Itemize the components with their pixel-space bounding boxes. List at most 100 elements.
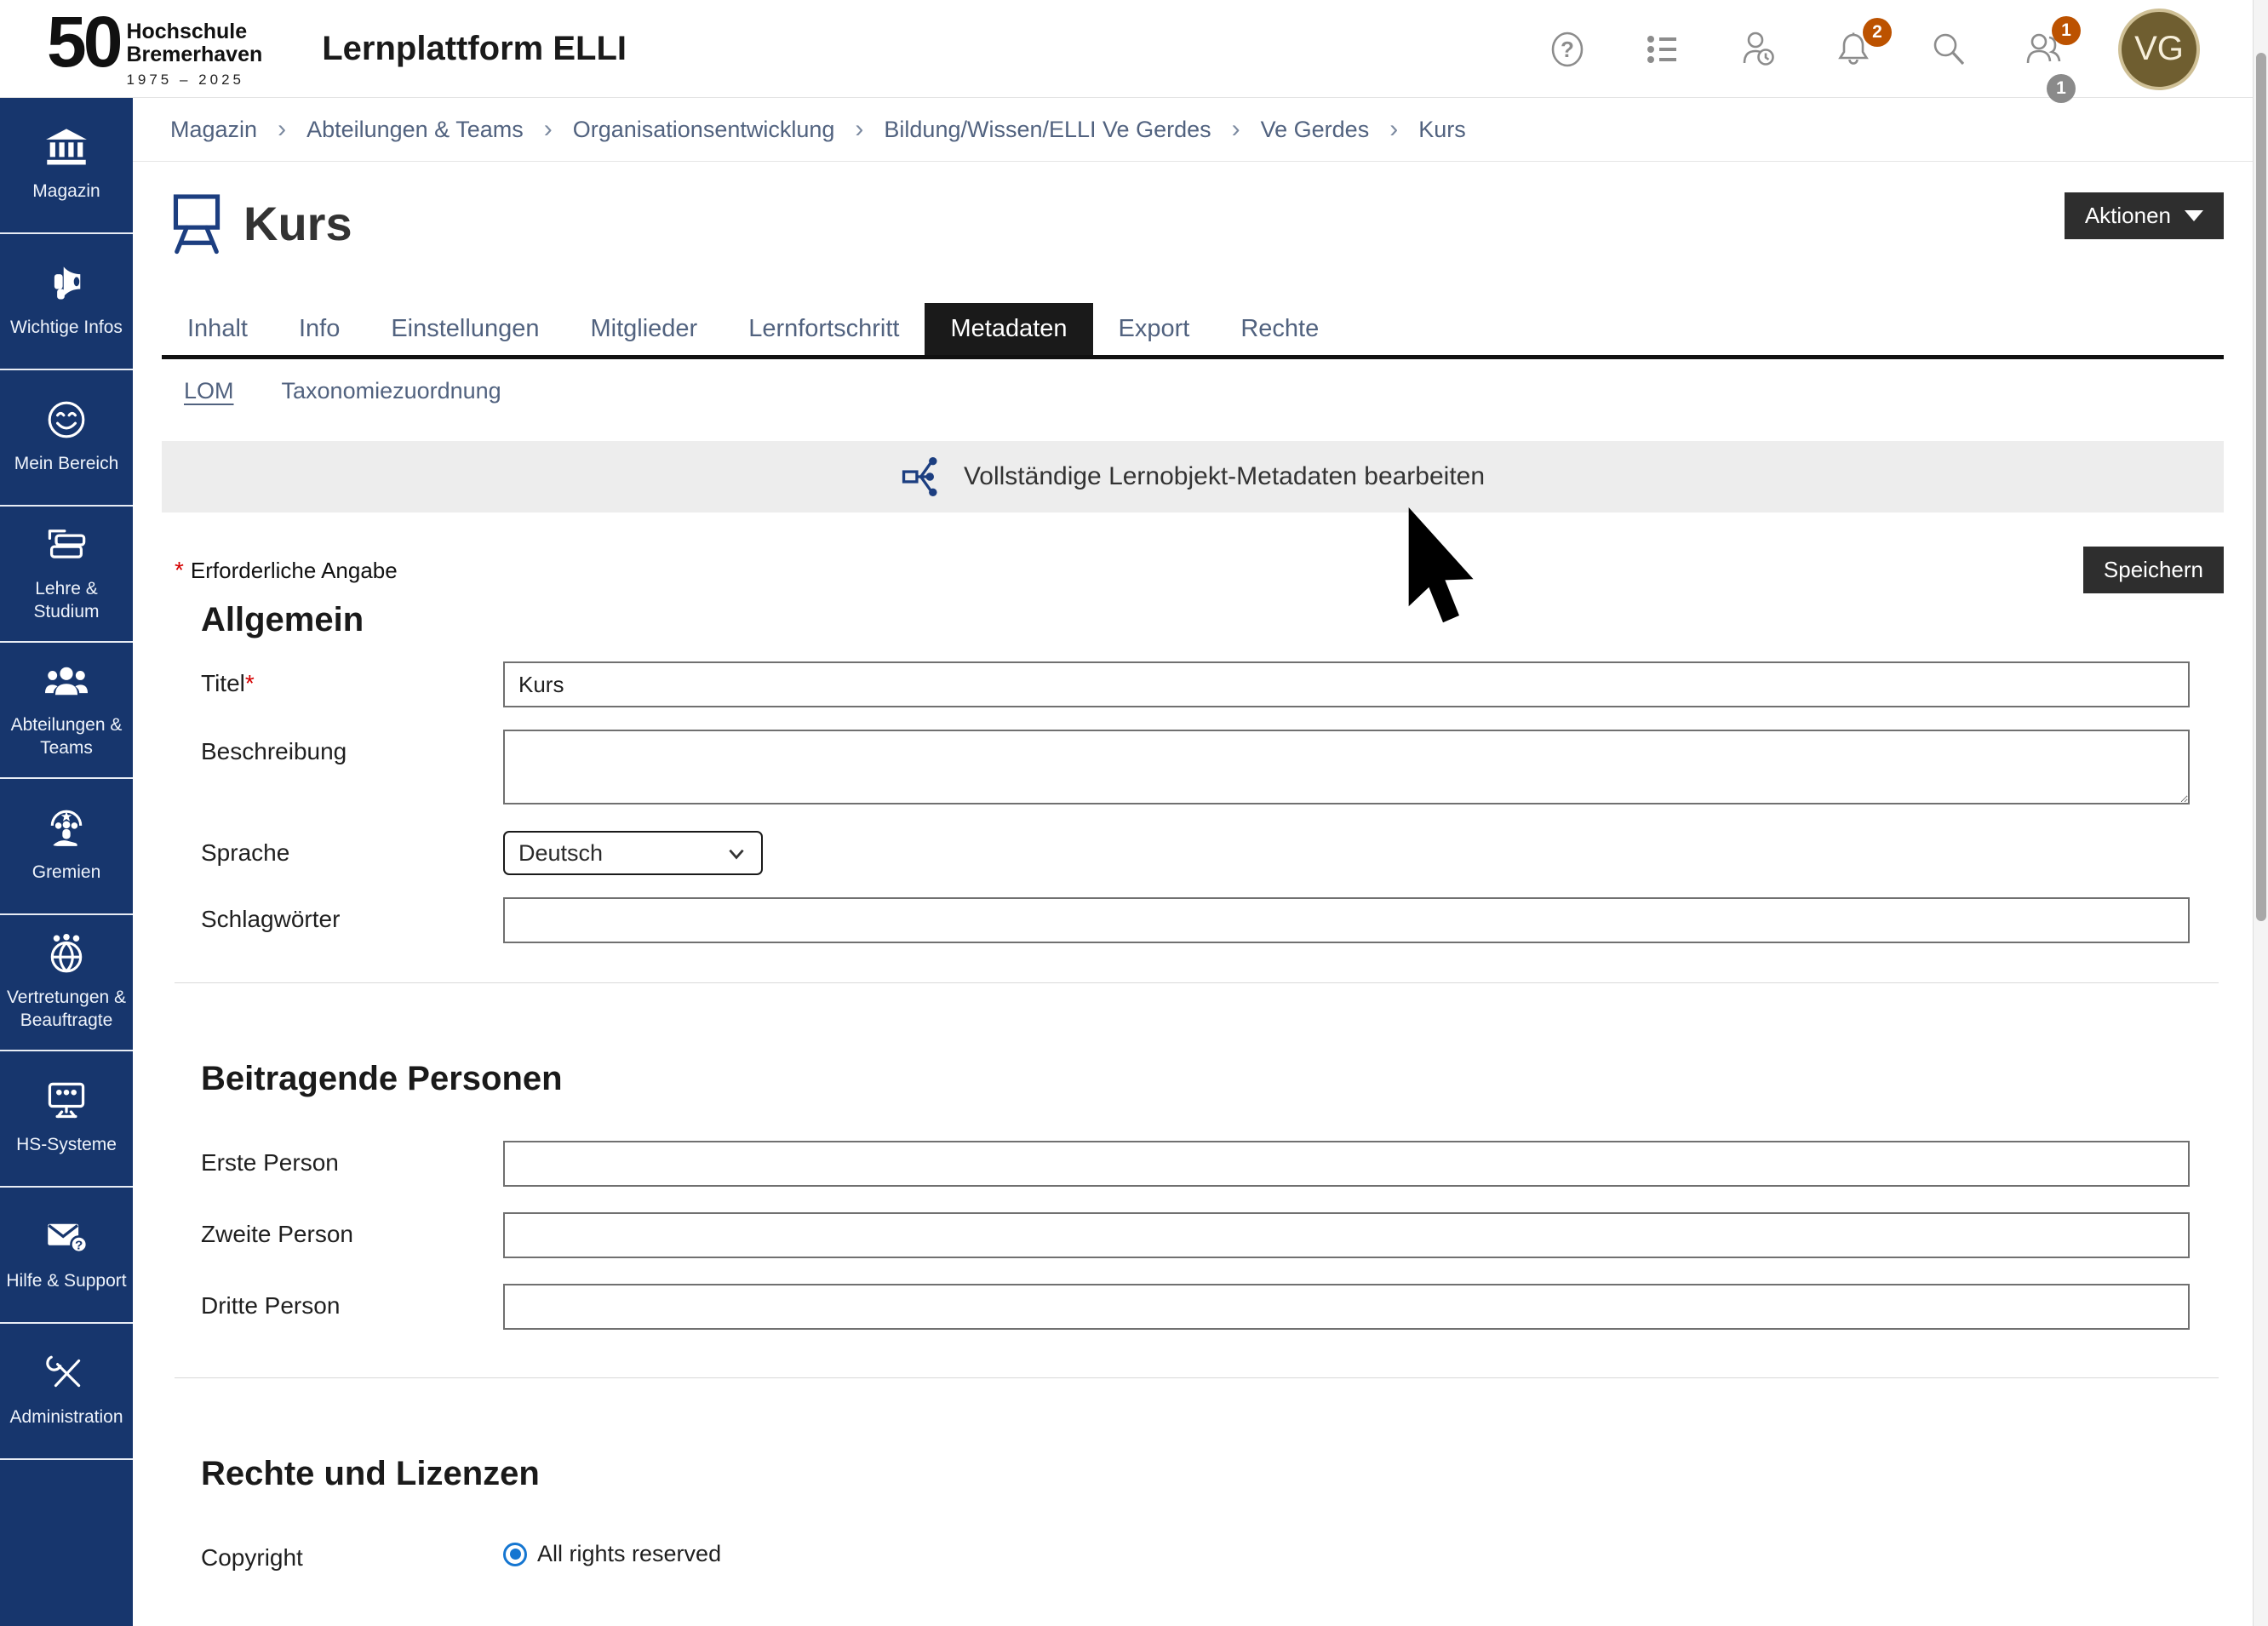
smiley-icon [45,399,88,444]
breadcrumb-item[interactable]: Organisationsentwicklung [573,117,835,143]
edit-full-metadata-link[interactable]: Vollständige Lernobjekt-Metadaten bearbe… [162,441,2224,512]
breadcrumb-item[interactable]: Abteilungen & Teams [306,117,524,143]
tab-einstellungen[interactable]: Einstellungen [365,303,564,355]
breadcrumb-item[interactable]: Bildung/Wissen/ELLI Ve Gerdes [884,117,1211,143]
zweite-person-label: Zweite Person [162,1212,503,1258]
logo-name-line2: Bremerhaven [126,43,262,66]
chevron-right-icon: › [855,115,863,144]
sidebar-item-wichtige-infos[interactable]: Wichtige Infos [0,234,133,370]
sprache-select[interactable]: Deutsch [503,831,763,875]
bank-icon [45,127,88,172]
copyright-radio-label: All rights reserved [537,1541,721,1567]
logo-years: 1975 – 2025 [126,72,262,89]
tab-info[interactable]: Info [273,303,365,355]
sidebar-item-label: HS-Systeme [16,1134,117,1156]
app-title: Lernplattform ELLI [322,30,627,68]
sidebar-item-label: Hilfe & Support [6,1270,126,1292]
actions-button[interactable]: Aktionen [2065,192,2224,239]
dritte-person-input[interactable] [503,1284,2190,1330]
required-asterisk: * [245,670,255,696]
section-divider [175,982,2219,983]
subtab-lom[interactable]: LOM [184,378,234,404]
megaphone-icon [45,263,88,308]
vertical-scrollbar[interactable] [2253,0,2268,1626]
hierarchy-icon [901,454,945,500]
section-heading-rechte: Rechte und Lizenzen [201,1455,2224,1493]
copyright-label: Copyright [162,1536,503,1572]
titel-label: Titel* [162,661,503,707]
chevron-right-icon: › [544,115,553,144]
sidebar-item-label: Abteilungen & Teams [3,714,129,759]
zweite-person-input[interactable] [503,1212,2190,1258]
caret-down-icon [2185,210,2203,221]
sidebar-item-hs-systeme[interactable]: HS-Systeme [0,1051,133,1188]
contacts-badge-bottom: 1 [2047,74,2076,103]
bell-badge: 2 [1863,18,1892,47]
required-note: *Erforderliche Angabe [175,557,398,584]
svg-text:?: ? [1561,37,1574,62]
breadcrumb-item[interactable]: Kurs [1418,117,1466,143]
sidebar-item-lehre-studium[interactable]: Lehre & Studium [0,507,133,643]
sidebar-item-administration[interactable]: Administration [0,1324,133,1460]
main-sidebar: Magazin Wichtige Infos Mein Bereich [0,98,133,1626]
breadcrumb: Magazin › Abteilungen & Teams › Organisa… [133,98,2253,162]
university-logo: 50 Hochschule Bremerhaven 1975 – 2025 [47,9,262,89]
logo-name-line1: Hochschule [126,20,262,43]
main-content: Magazin › Abteilungen & Teams › Organisa… [133,98,2253,1626]
sprache-label: Sprache [162,831,503,875]
avatar[interactable]: VG [2118,9,2200,90]
tab-inhalt[interactable]: Inhalt [162,303,273,355]
sidebar-item-label: Lehre & Studium [3,578,129,623]
section-heading-allgemein: Allgemein [201,601,2224,639]
help-icon[interactable]: ? [1546,28,1589,71]
awareness-user-icon[interactable] [1737,28,1779,71]
sidebar-item-gremien[interactable]: Gremien [0,779,133,915]
sidebar-item-label: Wichtige Infos [10,317,123,339]
chevron-right-icon: › [1389,115,1398,144]
tools-icon [45,1353,88,1398]
chevron-right-icon: › [1232,115,1240,144]
sidebar-item-hilfe-support[interactable]: ? Hilfe & Support [0,1188,133,1324]
sidebar-item-vertretungen[interactable]: Vertretungen & Beauftragte [0,915,133,1051]
tab-export[interactable]: Export [1093,303,1216,355]
save-button[interactable]: Speichern [2083,547,2224,593]
globe-people-icon [45,933,88,978]
tab-metadaten[interactable]: Metadaten [925,303,1092,355]
list-menu-icon[interactable] [1641,28,1684,71]
sidebar-item-magazin[interactable]: Magazin [0,98,133,234]
notifications-bell-icon[interactable]: 2 [1832,28,1875,71]
dritte-person-label: Dritte Person [162,1284,503,1330]
tab-lernfortschritt[interactable]: Lernfortschritt [723,303,925,355]
books-grad-icon [45,524,88,570]
breadcrumb-item[interactable]: Ve Gerdes [1261,117,1370,143]
monitor-icon [45,1080,88,1125]
scrollbar-thumb[interactable] [2256,53,2266,921]
sidebar-item-label: Administration [9,1406,123,1428]
top-header: 50 Hochschule Bremerhaven 1975 – 2025 Le… [0,0,2268,98]
sidebar-item-label: Mein Bereich [14,453,119,475]
search-icon[interactable] [1927,28,1970,71]
schlagwoerter-input[interactable] [503,897,2190,943]
sidebar-item-label: Magazin [32,180,100,203]
sidebar-item-label: Gremien [32,862,101,884]
beschreibung-textarea[interactable] [503,730,2190,804]
sidebar-item-mein-bereich[interactable]: Mein Bereich [0,370,133,507]
easel-course-icon [170,191,223,255]
committee-icon [45,808,88,853]
logo-50: 50 [47,9,119,77]
sidebar-item-abteilungen-teams[interactable]: Abteilungen & Teams [0,643,133,779]
section-heading-beitragende: Beitragende Personen [201,1060,2224,1098]
copyright-radio[interactable] [503,1543,527,1566]
svg-text:?: ? [75,1239,83,1253]
tab-mitglieder[interactable]: Mitglieder [564,303,723,355]
tab-rechte[interactable]: Rechte [1215,303,1344,355]
breadcrumb-item[interactable]: Magazin [170,117,257,143]
erste-person-input[interactable] [503,1141,2190,1187]
subtab-taxonomiezuordnung[interactable]: Taxonomiezuordnung [282,378,501,404]
titel-input[interactable] [503,661,2190,707]
chevron-right-icon: › [278,115,286,144]
tab-bar: Inhalt Info Einstellungen Mitglieder Ler… [162,303,2224,359]
subtab-bar: LOM Taxonomiezuordnung [162,378,2224,404]
contacts-icon[interactable]: 1 1 [2023,28,2065,71]
people-group-icon [45,661,88,706]
